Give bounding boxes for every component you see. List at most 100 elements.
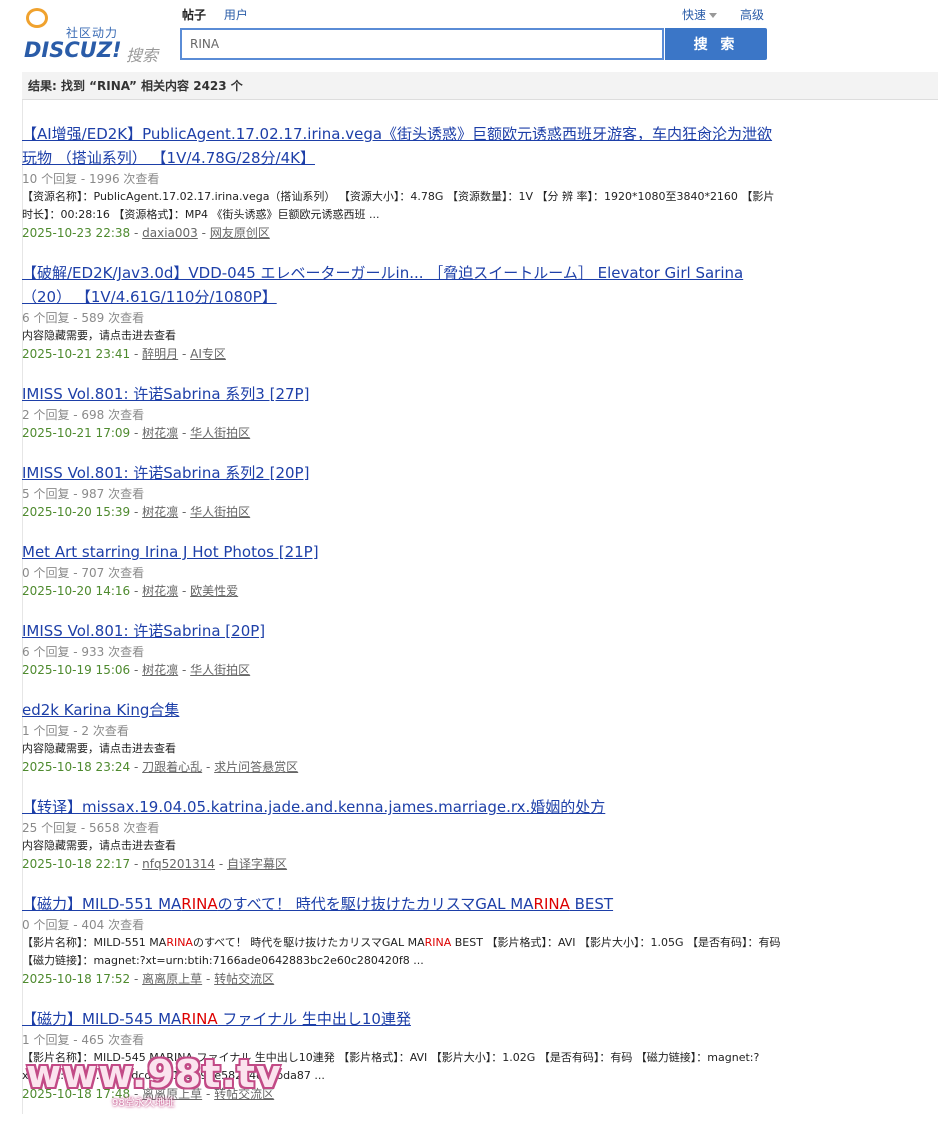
result-stats: 5 个回复 - 987 次查看 xyxy=(22,487,145,501)
result-stats: 25 个回复 - 5658 次查看 xyxy=(22,821,160,835)
speech-bubble-icon xyxy=(26,8,48,28)
result-forum-link[interactable]: 网友原创区 xyxy=(210,226,270,240)
result-date: 2025-10-21 17:09 xyxy=(22,426,131,440)
result-info: 2025-10-20 14:16 - 树花凛 - 欧美性爱 xyxy=(22,584,239,598)
result-forum-link[interactable]: 转帖交流区 xyxy=(214,972,274,986)
list-item: 【磁力】MILD-551 MARINAのすべて！ 時代を駆け抜けたカリスマGAL… xyxy=(22,892,782,988)
list-item: 【AI增强/ED2K】PublicAgent.17.02.17.irina.ve… xyxy=(22,122,782,242)
result-forum-link[interactable]: 求片问答悬赏区 xyxy=(214,760,298,774)
result-date: 2025-10-20 15:39 xyxy=(22,505,131,519)
result-snippet: 内容隐藏需要，请点击进去查看 xyxy=(22,839,176,852)
result-date: 2025-10-20 14:16 xyxy=(22,584,131,598)
result-title-link[interactable]: 【磁力】MILD-551 MARINAのすべて！ 時代を駆け抜けたカリスマGAL… xyxy=(22,892,782,916)
logo-search-suffix: 搜索 xyxy=(126,46,159,65)
result-title-link[interactable]: Met Art starring Irina J Hot Photos [21P… xyxy=(22,540,782,564)
result-title-link[interactable]: 【AI增强/ED2K】PublicAgent.17.02.17.irina.ve… xyxy=(22,122,782,170)
result-date: 2025-10-18 23:24 xyxy=(22,760,131,774)
result-info: 2025-10-21 17:09 - 树花凛 - 华人街拍区 xyxy=(22,426,251,440)
result-forum-link[interactable]: 自译字幕区 xyxy=(227,857,287,871)
result-title-link[interactable]: ed2k Karina King合集 xyxy=(22,698,782,722)
results-list: 【AI增强/ED2K】PublicAgent.17.02.17.irina.ve… xyxy=(22,122,782,1122)
result-date: 2025-10-23 22:38 xyxy=(22,226,131,240)
result-author-link[interactable]: 刀跟着心乱 xyxy=(142,760,202,774)
snippet-text: 【影片名称】：MILD-551 MA xyxy=(22,936,167,949)
result-stats: 6 个回复 - 933 次查看 xyxy=(22,645,145,659)
search-button[interactable]: 搜 索 xyxy=(665,28,767,60)
tab-users[interactable]: 用户 xyxy=(224,8,248,22)
result-stats: 1 个回复 - 2 次查看 xyxy=(22,724,129,738)
tab-posts[interactable]: 帖子 xyxy=(182,8,206,22)
result-author-link[interactable]: 树花凛 xyxy=(142,426,178,440)
result-snippet: 【影片名称】：MILD-551 MARINAのすべて！ 時代を駆け抜けたカリスマ… xyxy=(22,934,782,970)
result-info: 2025-10-19 15:06 - 树花凛 - 华人街拍区 xyxy=(22,663,251,677)
result-date: 2025-10-18 17:52 xyxy=(22,972,131,986)
result-title-link[interactable]: IMISS Vol.801: 许诺Sabrina 系列2 [20P] xyxy=(22,461,782,485)
result-snippet: 【资源名称】：PublicAgent.17.02.17.irina.vega（搭… xyxy=(22,190,775,221)
snippet-text: のすべて！ 時代を駆け抜けたカリスマGAL MA xyxy=(192,936,425,949)
result-info: 2025-10-23 22:38 - daxia003 - 网友原创区 xyxy=(22,226,270,240)
result-stats: 6 个回复 - 589 次查看 xyxy=(22,311,145,325)
result-forum-link[interactable]: AI专区 xyxy=(190,347,226,361)
result-date: 2025-10-19 15:06 xyxy=(22,663,131,677)
title-text: 【磁力】MILD-551 MA xyxy=(22,895,182,913)
quick-dropdown[interactable]: 快速 xyxy=(682,6,718,23)
result-forum-link[interactable]: 华人街拍区 xyxy=(190,663,250,677)
result-stats: 0 个回复 - 707 次查看 xyxy=(22,566,145,580)
result-snippet: 内容隐藏需要，请点击进去查看 xyxy=(22,329,176,342)
result-title-link[interactable]: IMISS Vol.801: 许诺Sabrina [20P] xyxy=(22,619,782,643)
result-author-link[interactable]: 树花凛 xyxy=(142,505,178,519)
keyword-highlight: RINA xyxy=(181,895,218,913)
result-author-link[interactable]: daxia003 xyxy=(142,226,198,240)
list-item: IMISS Vol.801: 许诺Sabrina [20P] 6 个回复 - 9… xyxy=(22,619,782,679)
keyword-highlight: RINA xyxy=(181,1010,218,1028)
result-title-link[interactable]: 【转译】missax.19.04.05.katrina.jade.and.ken… xyxy=(22,795,782,819)
result-title-link[interactable]: IMISS Vol.801: 许诺Sabrina 系列3 [27P] xyxy=(22,382,782,406)
list-item: 【破解/ED2K/Jav3.0d】VDD-045 エレベーターガールin... … xyxy=(22,261,782,363)
keyword-highlight: RINA xyxy=(424,936,452,949)
result-forum-link[interactable]: 华人街拍区 xyxy=(190,426,250,440)
search-type-tabs: 帖子 用户 xyxy=(182,6,262,23)
result-author-link[interactable]: 离离原上草 xyxy=(142,972,202,986)
result-author-link[interactable]: 醉明月 xyxy=(142,347,178,361)
result-author-link[interactable]: nfq5201314 xyxy=(142,857,215,871)
quick-label: 快速 xyxy=(682,8,707,22)
search-header: 社区动力 DISCUZ! 搜索 帖子 用户 快速 高级 搜 索 xyxy=(0,0,938,72)
watermark-text: www.98t.tv xyxy=(26,1052,282,1096)
title-text: のすべて！ 時代を駆け抜けたカリスマGAL MA xyxy=(217,895,534,913)
result-stats: 0 个回复 - 404 次查看 xyxy=(22,918,145,932)
search-input[interactable] xyxy=(180,28,664,60)
result-info: 2025-10-21 23:41 - 醉明月 - AI专区 xyxy=(22,347,226,361)
result-forum-link[interactable]: 欧美性爱 xyxy=(190,584,238,598)
results-summary: 结果: 找到 “RINA” 相关内容 2423 个 xyxy=(22,72,938,100)
result-snippet: 内容隐藏需要，请点击进去查看 xyxy=(22,742,176,755)
title-text: 【磁力】MILD-545 MA xyxy=(22,1010,182,1028)
result-author-link[interactable]: 树花凛 xyxy=(142,584,178,598)
result-forum-link[interactable]: 华人街拍区 xyxy=(190,505,250,519)
list-item: ed2k Karina King合集 1 个回复 - 2 次查看 内容隐藏需要，… xyxy=(22,698,782,776)
list-item: 【转译】missax.19.04.05.katrina.jade.and.ken… xyxy=(22,795,782,873)
result-author-link[interactable]: 树花凛 xyxy=(142,663,178,677)
keyword-highlight: RINA xyxy=(166,936,193,949)
logo-brand: DISCUZ! xyxy=(24,38,122,62)
site-watermark: www.98t.tv 98堂永久地址 xyxy=(22,1052,281,1112)
result-date: 2025-10-18 22:17 xyxy=(22,857,131,871)
keyword-highlight: RINA xyxy=(533,895,570,913)
result-stats: 1 个回复 - 465 次查看 xyxy=(22,1033,145,1047)
result-stats: 2 个回复 - 698 次查看 xyxy=(22,408,145,422)
chevron-down-icon xyxy=(709,13,718,18)
result-info: 2025-10-18 17:52 - 离离原上草 - 转帖交流区 xyxy=(22,972,275,986)
result-title-link[interactable]: 【磁力】MILD-545 MARINA ファイナル 生中出し10連発 xyxy=(22,1007,782,1031)
list-item: Met Art starring Irina J Hot Photos [21P… xyxy=(22,540,782,600)
list-item: IMISS Vol.801: 许诺Sabrina 系列2 [20P] 5 个回复… xyxy=(22,461,782,521)
advanced-search-link[interactable]: 高级 xyxy=(740,6,764,23)
title-text: ファイナル 生中出し10連発 xyxy=(217,1010,411,1028)
result-info: 2025-10-18 22:17 - nfq5201314 - 自译字幕区 xyxy=(22,857,288,871)
list-item: IMISS Vol.801: 许诺Sabrina 系列3 [27P] 2 个回复… xyxy=(22,382,782,442)
watermark-subtext: 98堂永久地址 xyxy=(112,1098,175,1109)
result-stats: 10 个回复 - 1996 次查看 xyxy=(22,172,160,186)
result-title-link[interactable]: 【破解/ED2K/Jav3.0d】VDD-045 エレベーターガールin... … xyxy=(22,261,782,309)
result-info: 2025-10-18 23:24 - 刀跟着心乱 - 求片问答悬赏区 xyxy=(22,760,299,774)
title-text: BEST xyxy=(569,895,614,913)
result-info: 2025-10-20 15:39 - 树花凛 - 华人街拍区 xyxy=(22,505,251,519)
discuz-logo[interactable]: 社区动力 DISCUZ! 搜索 xyxy=(22,6,162,65)
